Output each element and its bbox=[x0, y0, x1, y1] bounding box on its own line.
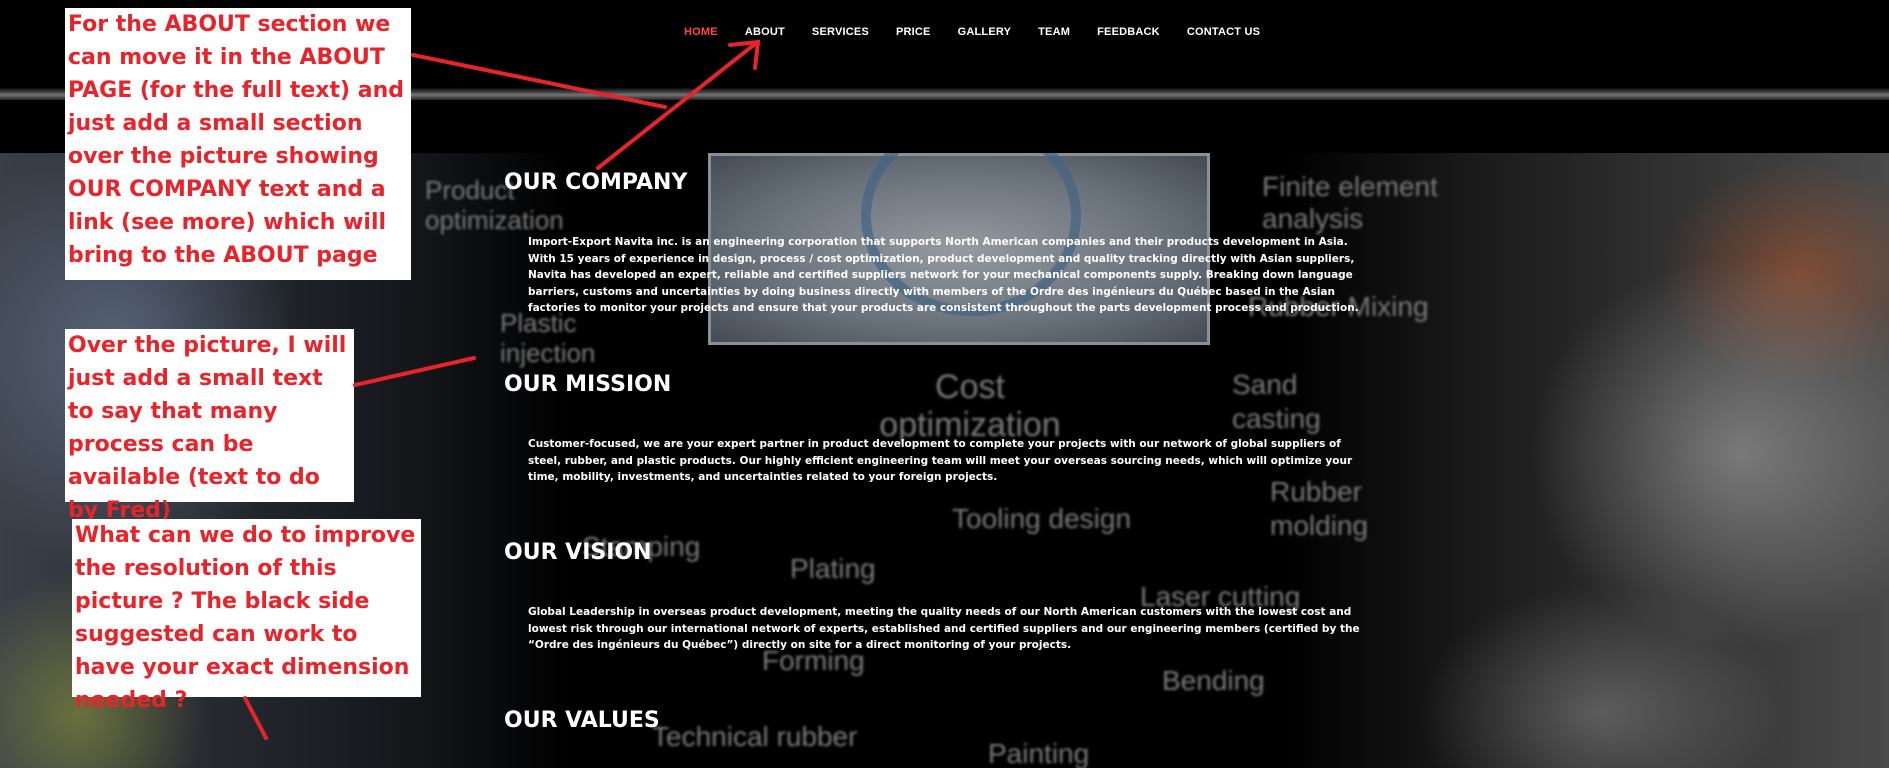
annotation-note-process-text: Over the picture, I will just add a smal… bbox=[65, 329, 354, 523]
section-body-our-company: Import-Export Navita inc. is an engineer… bbox=[528, 236, 1359, 314]
annotation-note-picture-resolution: What can we do to improve the resolution… bbox=[72, 519, 421, 713]
nav-home[interactable]: HOME bbox=[684, 26, 718, 38]
bg-word: Sand casting bbox=[1232, 369, 1321, 434]
bg-word: Finite element analysis bbox=[1262, 171, 1438, 234]
section-body-our-vision: Global Leadership in overseas product de… bbox=[528, 606, 1360, 651]
annotation-note-about-page: For the ABOUT section we can move it in … bbox=[65, 8, 411, 280]
bg-word: Technical rubber bbox=[652, 721, 858, 752]
nav-about[interactable]: ABOUT bbox=[745, 26, 785, 38]
bg-word: Painting bbox=[988, 738, 1090, 768]
nav-feedback[interactable]: FEEDBACK bbox=[1097, 26, 1160, 38]
section-title-our-company: OUR COMPANY bbox=[504, 170, 688, 195]
bg-word: Cost optimization bbox=[879, 368, 1061, 444]
main-nav: HOME ABOUT SERVICES PRICE GALLERY TEAM F… bbox=[684, 26, 1287, 38]
nav-gallery[interactable]: GALLERY bbox=[958, 26, 1012, 38]
nav-services[interactable]: SERVICES bbox=[812, 26, 869, 38]
nav-contact-us[interactable]: CONTACT US bbox=[1187, 26, 1260, 38]
bg-word: Plating bbox=[790, 553, 876, 584]
bg-word: Plastic injection bbox=[500, 308, 596, 368]
bg-word: Tooling design bbox=[952, 503, 1132, 534]
nav-price[interactable]: PRICE bbox=[896, 26, 931, 38]
bg-word: Bending bbox=[1162, 665, 1265, 696]
section-title-our-values: OUR VALUES bbox=[504, 708, 660, 733]
section-title-our-mission: OUR MISSION bbox=[504, 372, 672, 397]
nav-team[interactable]: TEAM bbox=[1038, 26, 1070, 38]
section-title-our-vision: OUR VISION bbox=[504, 540, 652, 565]
section-body-our-mission: Customer-focused, we are your expert par… bbox=[528, 438, 1353, 483]
